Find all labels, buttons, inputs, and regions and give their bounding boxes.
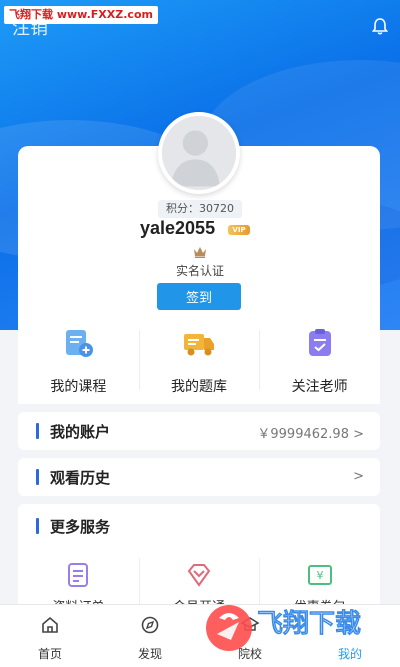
vip-badge: VIP xyxy=(228,225,250,235)
quick-links: 我的课程 我的题库 关注老师 xyxy=(18,318,380,404)
coupon-icon: ¥ xyxy=(307,565,332,585)
tab-mine[interactable]: 我的 xyxy=(300,605,400,667)
bottom-tab-bar: 首页 发现 院校 我的 xyxy=(0,604,400,667)
username: yale2055 xyxy=(140,218,216,238)
document-icon xyxy=(68,563,89,587)
my-question-bank-label: 我的题库 xyxy=(171,379,227,395)
tab-discover-label: 发现 xyxy=(137,647,162,661)
section-marker xyxy=(36,423,39,439)
avatar[interactable] xyxy=(158,112,240,194)
tab-home[interactable]: 首页 xyxy=(0,605,100,667)
tab-home-label: 首页 xyxy=(37,647,62,661)
user-icon xyxy=(342,617,358,634)
svg-text:¥: ¥ xyxy=(316,569,323,582)
section-marker xyxy=(36,518,39,534)
tab-discover[interactable]: 发现 xyxy=(100,605,200,667)
sign-in-button[interactable]: 签到 xyxy=(157,283,241,310)
tab-school-label: 院校 xyxy=(237,647,262,661)
followed-teachers-item[interactable]: 关注老师 xyxy=(259,318,380,404)
verification-status[interactable]: 实名认证 xyxy=(168,262,232,279)
account-row[interactable]: 我的账户 ￥9999462.98 > xyxy=(18,412,380,450)
diamond-icon xyxy=(187,564,211,587)
my-courses-label: 我的课程 xyxy=(50,379,107,395)
services-title: 更多服务 xyxy=(50,518,111,536)
watermark-text: 飞翔下载 www.FXXZ.com xyxy=(4,6,158,24)
history-row[interactable]: 观看历史 > xyxy=(18,458,380,496)
bell-icon[interactable] xyxy=(370,16,390,36)
points-label: 积分：30720 xyxy=(158,200,242,218)
my-courses-item[interactable]: 我的课程 xyxy=(18,318,139,404)
section-marker xyxy=(36,469,39,485)
crown-icon xyxy=(194,247,206,258)
discover-icon xyxy=(141,616,159,634)
teacher-icon xyxy=(308,329,331,356)
school-icon xyxy=(240,617,260,631)
tab-school[interactable]: 院校 xyxy=(200,605,300,667)
home-icon xyxy=(42,616,58,633)
my-question-bank-item[interactable]: 我的题库 xyxy=(138,318,260,404)
chevron-right-icon: > xyxy=(353,469,364,484)
followed-teachers-label: 关注老师 xyxy=(291,379,348,395)
course-icon xyxy=(66,330,94,357)
tab-mine-label: 我的 xyxy=(337,647,362,661)
question-bank-icon xyxy=(184,334,214,356)
history-title: 观看历史 xyxy=(50,469,111,487)
account-title: 我的账户 xyxy=(50,423,111,441)
account-balance: ￥9999462.98 > xyxy=(257,427,364,442)
